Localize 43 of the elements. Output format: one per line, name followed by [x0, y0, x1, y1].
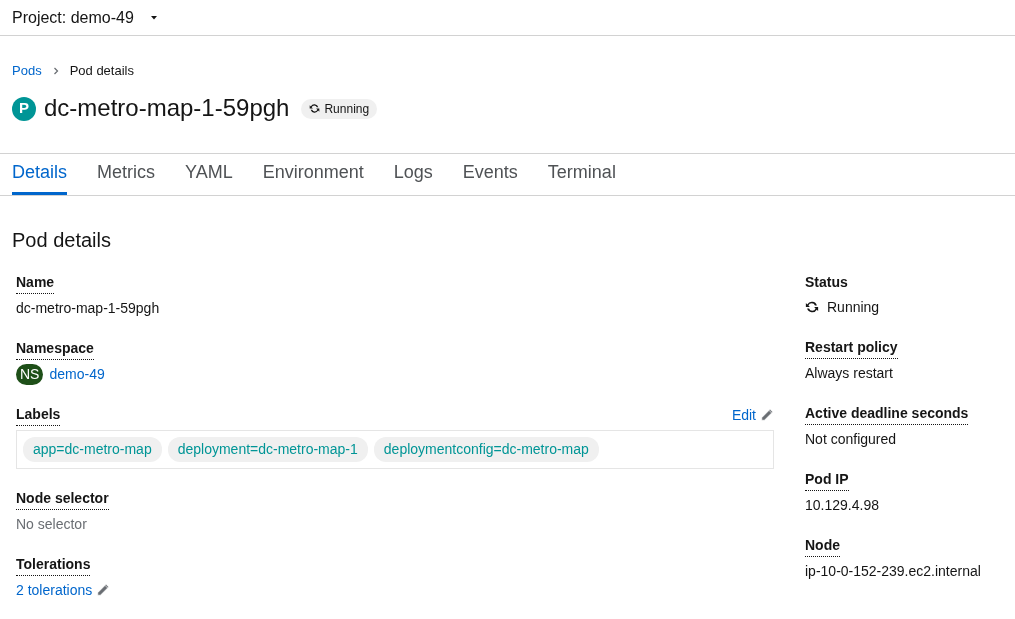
sync-icon: [309, 103, 321, 114]
field-value: Not configured: [805, 429, 897, 449]
tab[interactable]: Metrics: [97, 153, 156, 195]
field-label: Pod IP: [805, 468, 849, 491]
edit-link[interactable]: Edit: [731, 404, 774, 426]
field-label: Active deadline seconds: [805, 402, 969, 425]
tab[interactable]: Terminal: [547, 153, 616, 195]
field-value: dc-metro-map-1-59pgh: [16, 298, 160, 318]
tolerations-link[interactable]: 2 tolerations: [16, 579, 93, 601]
field-value: Always restart: [805, 363, 893, 383]
field-label: Labels: [16, 403, 61, 426]
field-label: Node selector: [16, 487, 109, 510]
pod-name: dc-metro-map-1-59pgh: [44, 94, 290, 123]
pod-badge: P: [12, 96, 36, 121]
section-title: Pod details: [12, 227, 112, 252]
tab[interactable]: Logs: [393, 153, 433, 195]
tab[interactable]: Environment: [262, 153, 364, 195]
field-label: Restart policy: [805, 336, 898, 359]
field-label: Status: [805, 272, 848, 292]
breadcrumb-current: Pod details: [69, 62, 134, 80]
sync-icon: [805, 300, 819, 314]
field-label: Namespace: [16, 337, 94, 360]
field-label: Tolerations: [16, 553, 91, 576]
tab[interactable]: Details: [12, 153, 68, 195]
label-chip: deploymentconfig=dc-metro-map: [373, 436, 599, 462]
label-chip: app=dc-metro-map: [23, 436, 162, 462]
field-label: Name: [16, 271, 55, 294]
project-dropdown[interactable]: Project: demo-49: [12, 5, 160, 30]
field-value: Running: [827, 297, 880, 317]
tab[interactable]: Events: [462, 153, 518, 195]
field-label: Node: [805, 534, 840, 557]
namespace-badge: NS: [16, 363, 44, 385]
tab[interactable]: YAML: [185, 153, 233, 195]
namespace-link[interactable]: demo-49: [49, 363, 105, 385]
field-value: ip-10-0-152-239.ec2.internal: [805, 561, 981, 581]
breadcrumb-link[interactable]: Pods: [12, 61, 42, 81]
chevron-icon: [51, 66, 60, 75]
field-value: No selector: [16, 514, 87, 534]
pencil-icon: [760, 408, 774, 422]
pencil-icon: [96, 583, 111, 597]
field-value: 10.129.4.98: [805, 495, 879, 515]
status-pill: Running: [301, 98, 378, 119]
label-chip: deployment=dc-metro-map-1: [167, 436, 368, 462]
